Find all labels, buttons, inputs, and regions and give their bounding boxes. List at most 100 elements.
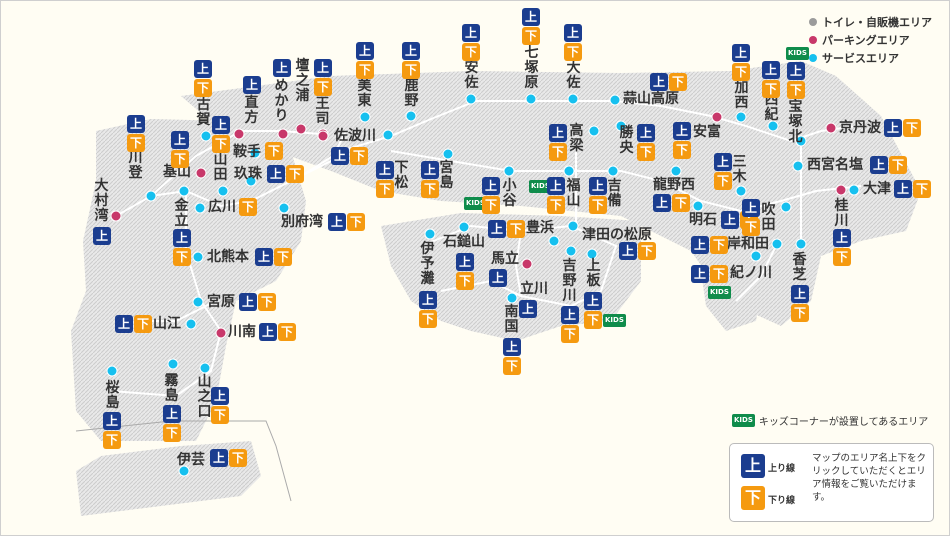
kiyama-down-button[interactable]: 下 xyxy=(171,150,189,168)
mitō-down-button[interactable]: 下 xyxy=(356,61,374,79)
area-name-ōsa[interactable]: 大佐 xyxy=(566,61,581,91)
kyōtamba-up-button[interactable]: 上 xyxy=(884,119,902,137)
takarazukakita-down-button[interactable]: 下 xyxy=(787,81,805,99)
kodani-up-button[interactable]: 上 xyxy=(482,177,500,195)
area-name-shōō[interactable]: 勝央 xyxy=(619,126,634,156)
asa-up-button[interactable]: 上 xyxy=(462,24,480,42)
iyonada-up-button[interactable]: 上 xyxy=(419,291,437,309)
area-name-yamanokuchi[interactable]: 山之口 xyxy=(197,375,212,420)
area-name-kusu[interactable]: 玖珠 xyxy=(234,167,262,182)
mitō-up-button[interactable]: 上 xyxy=(356,42,374,60)
kamiita-up-button[interactable]: 上 xyxy=(584,292,602,310)
kawanobori-down-button[interactable]: 下 xyxy=(127,134,145,152)
kirishima-up-button[interactable]: 上 xyxy=(163,405,181,423)
kano-up-button[interactable]: 上 xyxy=(402,42,420,60)
kinryū-down-button[interactable]: 下 xyxy=(173,248,191,266)
area-name-miki[interactable]: 三木 xyxy=(732,155,747,185)
asa-down-button[interactable]: 下 xyxy=(462,43,480,61)
tachikawa-up-button[interactable]: 上 xyxy=(519,300,537,318)
miyahara-up-button[interactable]: 上 xyxy=(239,293,257,311)
nanatsukahara-down-button[interactable]: 下 xyxy=(522,27,540,45)
area-name-kitakumamoto[interactable]: 北熊本 xyxy=(207,250,249,265)
ōmurawan-up-button[interactable]: 上 xyxy=(93,227,111,245)
miyahara-down-button[interactable]: 下 xyxy=(258,293,276,311)
miki-down-button[interactable]: 下 xyxy=(714,172,732,190)
area-name-suita[interactable]: 吹田 xyxy=(761,203,776,233)
yamanokuchi-down-button[interactable]: 下 xyxy=(211,406,229,424)
kibi-up-button[interactable]: 上 xyxy=(589,177,607,195)
area-name-kodani[interactable]: 小谷 xyxy=(502,179,517,209)
area-name-sabagawa[interactable]: 佐波川 xyxy=(334,129,376,144)
yamae-down-button[interactable]: 下 xyxy=(134,315,152,333)
area-name-ōji[interactable]: 王司 xyxy=(315,97,330,127)
yasutomi-down-button[interactable]: 下 xyxy=(673,141,691,159)
nishinomiyanajio-up-button[interactable]: 上 xyxy=(870,156,888,174)
miki-up-button[interactable]: 上 xyxy=(714,153,732,171)
area-name-yamae[interactable]: 山江 xyxy=(153,317,181,332)
kinokawa-up-button[interactable]: 上 xyxy=(691,265,709,283)
nangoku-down-button[interactable]: 下 xyxy=(503,357,521,375)
kusu-down-button[interactable]: 下 xyxy=(286,165,304,183)
umatate-up-button[interactable]: 上 xyxy=(489,269,507,287)
area-name-kinryū[interactable]: 金立 xyxy=(174,199,189,229)
area-name-mekari[interactable]: めかり xyxy=(274,79,289,124)
area-name-yoshinogawa[interactable]: 吉野川 xyxy=(562,259,577,304)
kashiba-up-button[interactable]: 上 xyxy=(791,285,809,303)
kinryū-up-button[interactable]: 上 xyxy=(173,229,191,247)
kishiwada-up-button[interactable]: 上 xyxy=(691,236,709,254)
yamada-up-button[interactable]: 上 xyxy=(212,116,230,134)
nishinomiyanajio-down-button[interactable]: 下 xyxy=(889,156,907,174)
area-name-ishizuchisan[interactable]: 石鎚山 xyxy=(443,235,485,250)
area-name-umatate[interactable]: 馬立 xyxy=(491,252,519,267)
kirishima-down-button[interactable]: 下 xyxy=(163,424,181,442)
shōō-up-button[interactable]: 上 xyxy=(637,124,655,142)
nanatsukahara-up-button[interactable]: 上 xyxy=(522,8,540,26)
area-name-kudamatsu[interactable]: 下松 xyxy=(394,161,409,191)
igei-down-button[interactable]: 下 xyxy=(229,449,247,467)
area-name-hirokawa[interactable]: 広川 xyxy=(208,200,236,215)
yamanokuchi-up-button[interactable]: 上 xyxy=(211,387,229,405)
suita-down-button[interactable]: 下 xyxy=(742,218,760,236)
area-name-ōtsu[interactable]: 大津 xyxy=(863,182,891,197)
kano-down-button[interactable]: 下 xyxy=(402,61,420,79)
area-name-dannoura[interactable]: 壇之浦 xyxy=(295,59,310,104)
area-name-takarazukakita[interactable]: 宝塚北 xyxy=(788,100,803,145)
area-name-kawaminami[interactable]: 川南 xyxy=(228,325,256,340)
ōtsu-up-button[interactable]: 上 xyxy=(894,180,912,198)
tatsunonishi-down-button[interactable]: 下 xyxy=(672,194,690,212)
area-name-kano[interactable]: 鹿野 xyxy=(404,79,419,109)
area-name-kawanobori[interactable]: 川登 xyxy=(128,151,143,181)
kamiita-down-button[interactable]: 下 xyxy=(584,311,602,329)
toyohama-down-button[interactable]: 下 xyxy=(507,220,525,238)
area-name-ōmurawan[interactable]: 大村湾 xyxy=(94,179,109,224)
sakurajima-down-button[interactable]: 下 xyxy=(103,431,121,449)
nishiki-down-button[interactable]: 下 xyxy=(762,80,780,98)
area-name-yasutomi[interactable]: 安富 xyxy=(693,125,721,140)
area-name-miyajima[interactable]: 宮島 xyxy=(439,161,454,191)
area-name-kamiita[interactable]: 上板 xyxy=(586,259,601,289)
takarazukakita-up-button[interactable]: 上 xyxy=(787,62,805,80)
area-name-hiruzenkōgen[interactable]: 蒜山高原 xyxy=(623,92,679,107)
tsudanomatsubara-up-button[interactable]: 上 xyxy=(619,242,637,260)
suita-up-button[interactable]: 上 xyxy=(742,199,760,217)
ishizuchisan-up-button[interactable]: 上 xyxy=(456,253,474,271)
area-name-kurate[interactable]: 鞍手 xyxy=(233,145,261,160)
fukuyama-down-button[interactable]: 下 xyxy=(547,196,565,214)
kinokawa-down-button[interactable]: 下 xyxy=(710,265,728,283)
koga-down-button[interactable]: 下 xyxy=(194,79,212,97)
sakurajima-up-button[interactable]: 上 xyxy=(103,412,121,430)
area-name-takahashi[interactable]: 高梁 xyxy=(569,124,584,154)
area-name-nanatsukahara[interactable]: 七塚原 xyxy=(524,46,539,91)
kudamatsu-up-button[interactable]: 上 xyxy=(376,161,394,179)
fukuyama-up-button[interactable]: 上 xyxy=(547,177,565,195)
area-name-kashiba[interactable]: 香芝 xyxy=(792,253,807,283)
sabagawa-down-button[interactable]: 下 xyxy=(350,147,368,165)
toyohama-up-button[interactable]: 上 xyxy=(488,220,506,238)
kiyama-up-button[interactable]: 上 xyxy=(171,131,189,149)
igei-up-button[interactable]: 上 xyxy=(210,449,228,467)
area-name-nōgata[interactable]: 直方 xyxy=(244,96,259,126)
nangoku-up-button[interactable]: 上 xyxy=(503,338,521,356)
beppuwan-up-button[interactable]: 上 xyxy=(328,213,346,231)
kudamatsu-down-button[interactable]: 下 xyxy=(376,180,394,198)
iyonada-down-button[interactable]: 下 xyxy=(419,310,437,328)
